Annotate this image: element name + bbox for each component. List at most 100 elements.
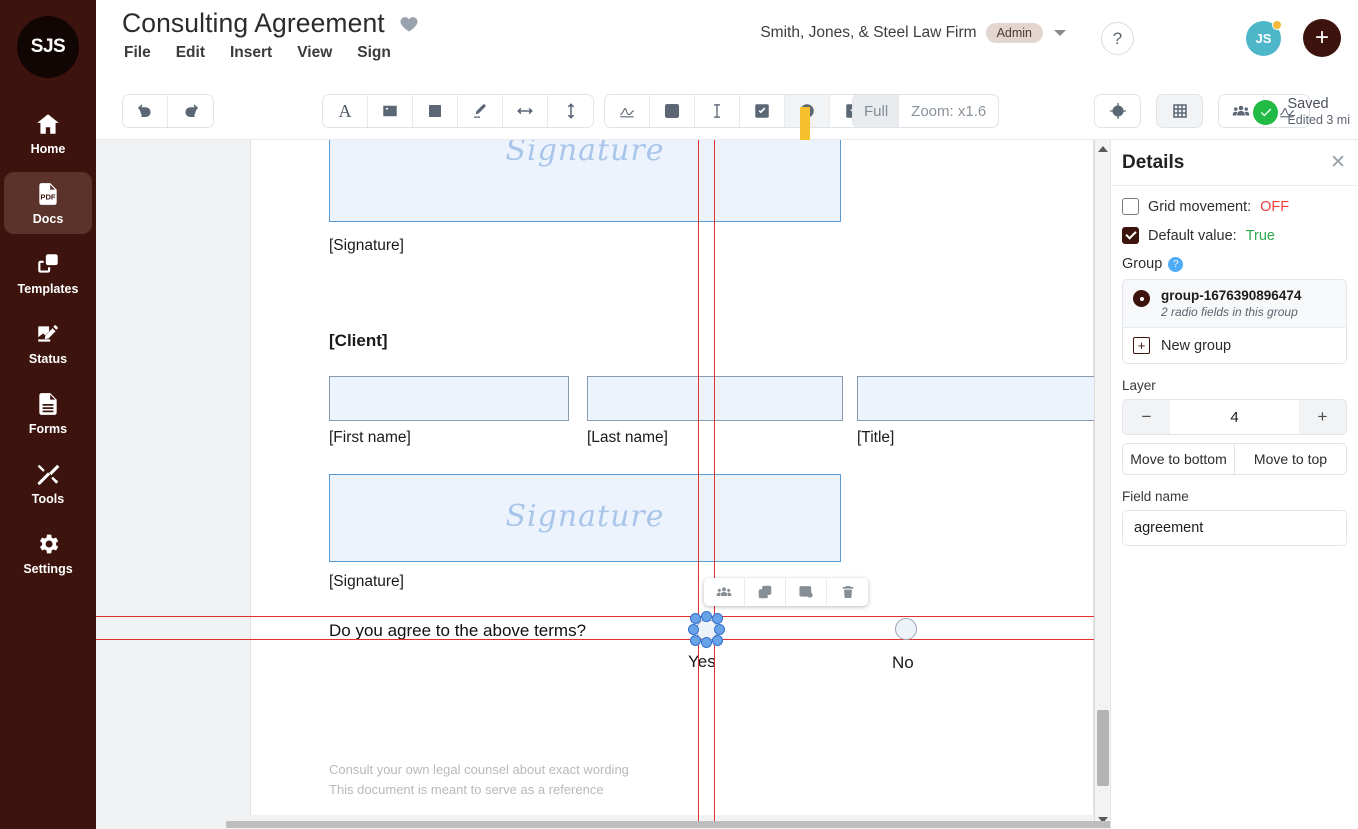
sidebar-item-label: Forms xyxy=(28,422,68,436)
default-value-label: Default value: xyxy=(1148,227,1237,244)
layer-value[interactable]: 4 xyxy=(1170,400,1299,434)
vertical-line-tool-button[interactable] xyxy=(548,95,593,127)
selected-radio-control-yes[interactable] xyxy=(688,611,725,648)
sidebar-item-label: Tools xyxy=(31,492,65,506)
move-to-bottom-button[interactable]: Move to bottom xyxy=(1122,443,1234,475)
sidebar-item-settings[interactable]: Settings xyxy=(4,522,92,584)
question-help-icon[interactable]: ? xyxy=(1168,256,1184,272)
svg-text:PDF: PDF xyxy=(40,192,56,201)
menu-file[interactable]: File xyxy=(124,44,151,62)
image-tool-button[interactable] xyxy=(368,95,413,127)
zoom-full-button[interactable]: Full xyxy=(853,95,900,127)
page-title: Consulting Agreement xyxy=(122,8,385,38)
shape-square-icon xyxy=(429,105,441,117)
chevron-down-icon[interactable] xyxy=(1054,30,1066,36)
text-tool-button[interactable]: A xyxy=(323,95,368,127)
toolbar-group-grid xyxy=(1156,94,1203,128)
default-value-row[interactable]: Default value: True xyxy=(1122,227,1347,244)
default-value-checkbox[interactable] xyxy=(1122,227,1139,244)
grid-toggle-button[interactable] xyxy=(1157,95,1202,127)
radio-field-button[interactable] xyxy=(785,95,830,127)
toolbar-group-fields xyxy=(604,94,876,128)
field-name-input[interactable] xyxy=(1122,510,1347,546)
duplicate-button[interactable] xyxy=(745,578,786,606)
highlighter-pen-icon xyxy=(474,104,486,118)
new-group-label: New group xyxy=(1161,337,1232,354)
document-page[interactable]: Signature [Signature] [Client] [First na… xyxy=(250,140,1110,815)
signature-field-button[interactable] xyxy=(605,95,650,127)
scroll-up-arrow-icon[interactable] xyxy=(1098,146,1108,152)
sidebar-item-forms[interactable]: Forms xyxy=(4,382,92,444)
locate-field-button[interactable] xyxy=(1095,95,1140,127)
vertical-scroll-thumb[interactable] xyxy=(1097,710,1109,786)
close-icon[interactable]: ✕ xyxy=(1330,153,1346,172)
vertical-scrollbar[interactable] xyxy=(1094,140,1110,829)
checkbox-field-icon xyxy=(755,104,769,118)
sidebar-item-home[interactable]: Home xyxy=(4,102,92,164)
heart-icon[interactable] xyxy=(399,14,419,34)
radio-control-no[interactable] xyxy=(895,618,917,640)
document-canvas[interactable]: Signature [Signature] [Client] [First na… xyxy=(96,140,1110,829)
zoom-control: Full Zoom: x1.6 xyxy=(852,94,1000,128)
menu-view[interactable]: View xyxy=(297,44,332,62)
toolbar-group-locate xyxy=(1094,94,1141,128)
first-name-field[interactable] xyxy=(329,376,569,421)
menu-insert[interactable]: Insert xyxy=(230,44,272,62)
layer-decrement-button[interactable]: − xyxy=(1123,400,1170,434)
assign-recipient-button[interactable] xyxy=(704,578,745,606)
delete-button[interactable] xyxy=(827,578,868,606)
alignment-guide-horizontal xyxy=(96,616,1110,617)
zoom-level-value[interactable]: Zoom: x1.6 xyxy=(899,95,998,127)
horizontal-line-tool-button[interactable] xyxy=(503,95,548,127)
add-button[interactable]: + xyxy=(1303,19,1341,57)
checkbox-field-button[interactable] xyxy=(740,95,785,127)
toolbar: A Full Zoom: x1.6 Saved Edited 3 mi xyxy=(96,84,1358,167)
signature-field[interactable]: Signature xyxy=(329,140,841,222)
app-logo[interactable]: SJS xyxy=(17,16,79,78)
plus-square-icon: + xyxy=(1133,337,1150,354)
sidebar-item-label: Docs xyxy=(32,212,64,226)
group-name: group-1676390896474 xyxy=(1161,288,1302,303)
initials-field-button[interactable] xyxy=(650,95,695,127)
new-group-button[interactable]: + New group xyxy=(1123,327,1346,363)
sidebar-item-tools[interactable]: Tools xyxy=(4,452,92,514)
menu-sign[interactable]: Sign xyxy=(357,44,391,62)
client-signature-field[interactable]: Signature xyxy=(329,474,841,562)
sidebar-item-templates[interactable]: Templates xyxy=(4,242,92,304)
document-footer: Consult your own legal counsel about exa… xyxy=(329,760,629,800)
sidebar-item-docs[interactable]: PDF Docs xyxy=(4,172,92,234)
organization-selector[interactable]: Smith, Jones, & Steel Law Firm Admin xyxy=(760,23,1066,43)
resize-handle-nw[interactable] xyxy=(690,613,701,624)
resize-handle-sw[interactable] xyxy=(690,635,701,646)
help-icon: ? xyxy=(1112,28,1123,48)
resize-handle-w[interactable] xyxy=(688,624,699,635)
draw-tool-button[interactable] xyxy=(458,95,503,127)
resize-handle-ne[interactable] xyxy=(712,613,723,624)
horizontal-scroll-thumb[interactable] xyxy=(226,821,1246,828)
edited-label: Edited 3 mi xyxy=(1287,113,1350,128)
shape-tool-button[interactable] xyxy=(413,95,458,127)
resize-handle-n[interactable] xyxy=(701,611,712,622)
arrow-horizontal-icon xyxy=(517,108,533,114)
resize-handle-e[interactable] xyxy=(714,624,725,635)
layer-increment-button[interactable]: + xyxy=(1299,400,1346,434)
group-list-item[interactable]: group-1676390896474 2 radio fields in th… xyxy=(1123,280,1346,327)
avatar[interactable]: JS xyxy=(1246,20,1282,56)
resize-handle-s[interactable] xyxy=(701,637,712,648)
sidebar-item-label: Settings xyxy=(23,562,73,576)
field-context-toolbar xyxy=(704,578,868,606)
grid-movement-row[interactable]: Grid movement: OFF xyxy=(1122,198,1347,215)
notification-dot-icon xyxy=(1272,20,1282,30)
resize-handle-se[interactable] xyxy=(712,635,723,646)
text-field-button[interactable] xyxy=(695,95,740,127)
grid-movement-checkbox[interactable] xyxy=(1122,198,1139,215)
title-field[interactable] xyxy=(857,376,1110,421)
menu-edit[interactable]: Edit xyxy=(176,44,205,62)
move-to-top-button[interactable]: Move to top xyxy=(1234,443,1347,475)
sidebar-item-status[interactable]: Status xyxy=(4,312,92,374)
redo-button[interactable] xyxy=(168,95,213,127)
field-settings-button[interactable] xyxy=(786,578,827,606)
last-name-field[interactable] xyxy=(587,376,843,421)
undo-button[interactable] xyxy=(123,95,168,127)
help-button[interactable]: ? xyxy=(1101,22,1134,55)
